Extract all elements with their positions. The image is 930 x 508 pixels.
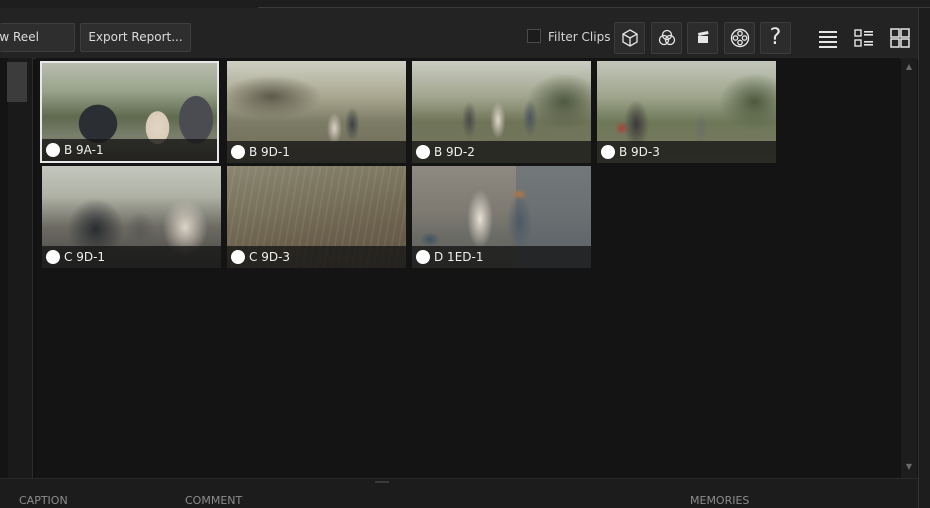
- clapperboard-button[interactable]: [687, 22, 718, 54]
- clip-status-dot: [231, 250, 245, 264]
- help-button[interactable]: ?: [760, 22, 791, 54]
- clip-status-dot: [416, 250, 430, 264]
- clip-status-dot: [46, 143, 60, 157]
- metadata-footer: CAPTION COMMENT MEMORIES: [0, 478, 918, 508]
- reel-list-scroll-handle[interactable]: [7, 62, 27, 102]
- clip-status-dot: [231, 145, 245, 159]
- filter-clips-label: Filter Clips: [548, 30, 611, 44]
- caption-column-header[interactable]: CAPTION: [19, 494, 68, 507]
- export-report-button[interactable]: Export Report...: [80, 23, 191, 52]
- clip-status-dot: [601, 145, 615, 159]
- title-strip: [0, 0, 930, 8]
- film-reel-button[interactable]: [724, 22, 755, 54]
- grid-view-icon: [889, 28, 910, 48]
- detail-view-button[interactable]: [848, 22, 879, 54]
- clip-label: B 9A-1: [64, 143, 104, 157]
- clip-thumbnail[interactable]: B 9D-3: [597, 61, 776, 163]
- clip-label: B 9D-2: [434, 145, 475, 159]
- right-panel-edge: [918, 8, 930, 508]
- color-button[interactable]: [651, 22, 682, 54]
- memories-column-header[interactable]: MEMORIES: [690, 494, 749, 507]
- clip-thumbnail[interactable]: B 9A-1: [40, 61, 219, 163]
- detail-view-icon: [853, 29, 873, 47]
- grid-view-button[interactable]: [884, 22, 915, 54]
- cube-icon: [621, 29, 638, 47]
- clip-thumbnail[interactable]: B 9D-1: [227, 61, 406, 163]
- resize-handle[interactable]: [375, 481, 389, 483]
- clip-grid: B 9A-1 B 9D-1 B 9D-2 B 9D-3 C 9D-1 C 9D-…: [36, 58, 900, 478]
- clapperboard-icon: [697, 31, 709, 43]
- scroll-up-arrow-icon[interactable]: ▲: [901, 62, 917, 71]
- reel-list-panel: [0, 58, 33, 478]
- list-view-button[interactable]: [812, 22, 843, 54]
- vertical-scrollbar[interactable]: ▲ ▼: [901, 58, 917, 478]
- new-reel-button[interactable]: ew Reel: [0, 23, 75, 52]
- clip-thumbnail[interactable]: C 9D-1: [42, 166, 221, 268]
- clip-label: C 9D-1: [64, 250, 106, 264]
- clip-label: C 9D-3: [249, 250, 291, 264]
- scroll-down-arrow-icon[interactable]: ▼: [901, 462, 917, 471]
- clip-thumbnail[interactable]: D 1ED-1: [412, 166, 591, 268]
- film-reel-icon: [730, 28, 749, 48]
- clip-label: D 1ED-1: [434, 250, 484, 264]
- list-view-icon: [818, 31, 837, 48]
- color-circles-icon: [658, 29, 675, 46]
- filter-clips-checkbox[interactable]: [527, 29, 541, 43]
- clip-thumbnail[interactable]: B 9D-2: [412, 61, 591, 163]
- clip-status-dot: [416, 145, 430, 159]
- comment-column-header[interactable]: COMMENT: [185, 494, 242, 507]
- cube-button[interactable]: [614, 22, 645, 54]
- clip-label: B 9D-1: [249, 145, 290, 159]
- clip-status-dot: [46, 250, 60, 264]
- clip-thumbnail[interactable]: C 9D-3: [227, 166, 406, 268]
- clip-label: B 9D-3: [619, 145, 660, 159]
- toolbar: ew Reel Export Report... Filter Clips ?: [0, 8, 930, 59]
- help-icon: ?: [769, 25, 782, 50]
